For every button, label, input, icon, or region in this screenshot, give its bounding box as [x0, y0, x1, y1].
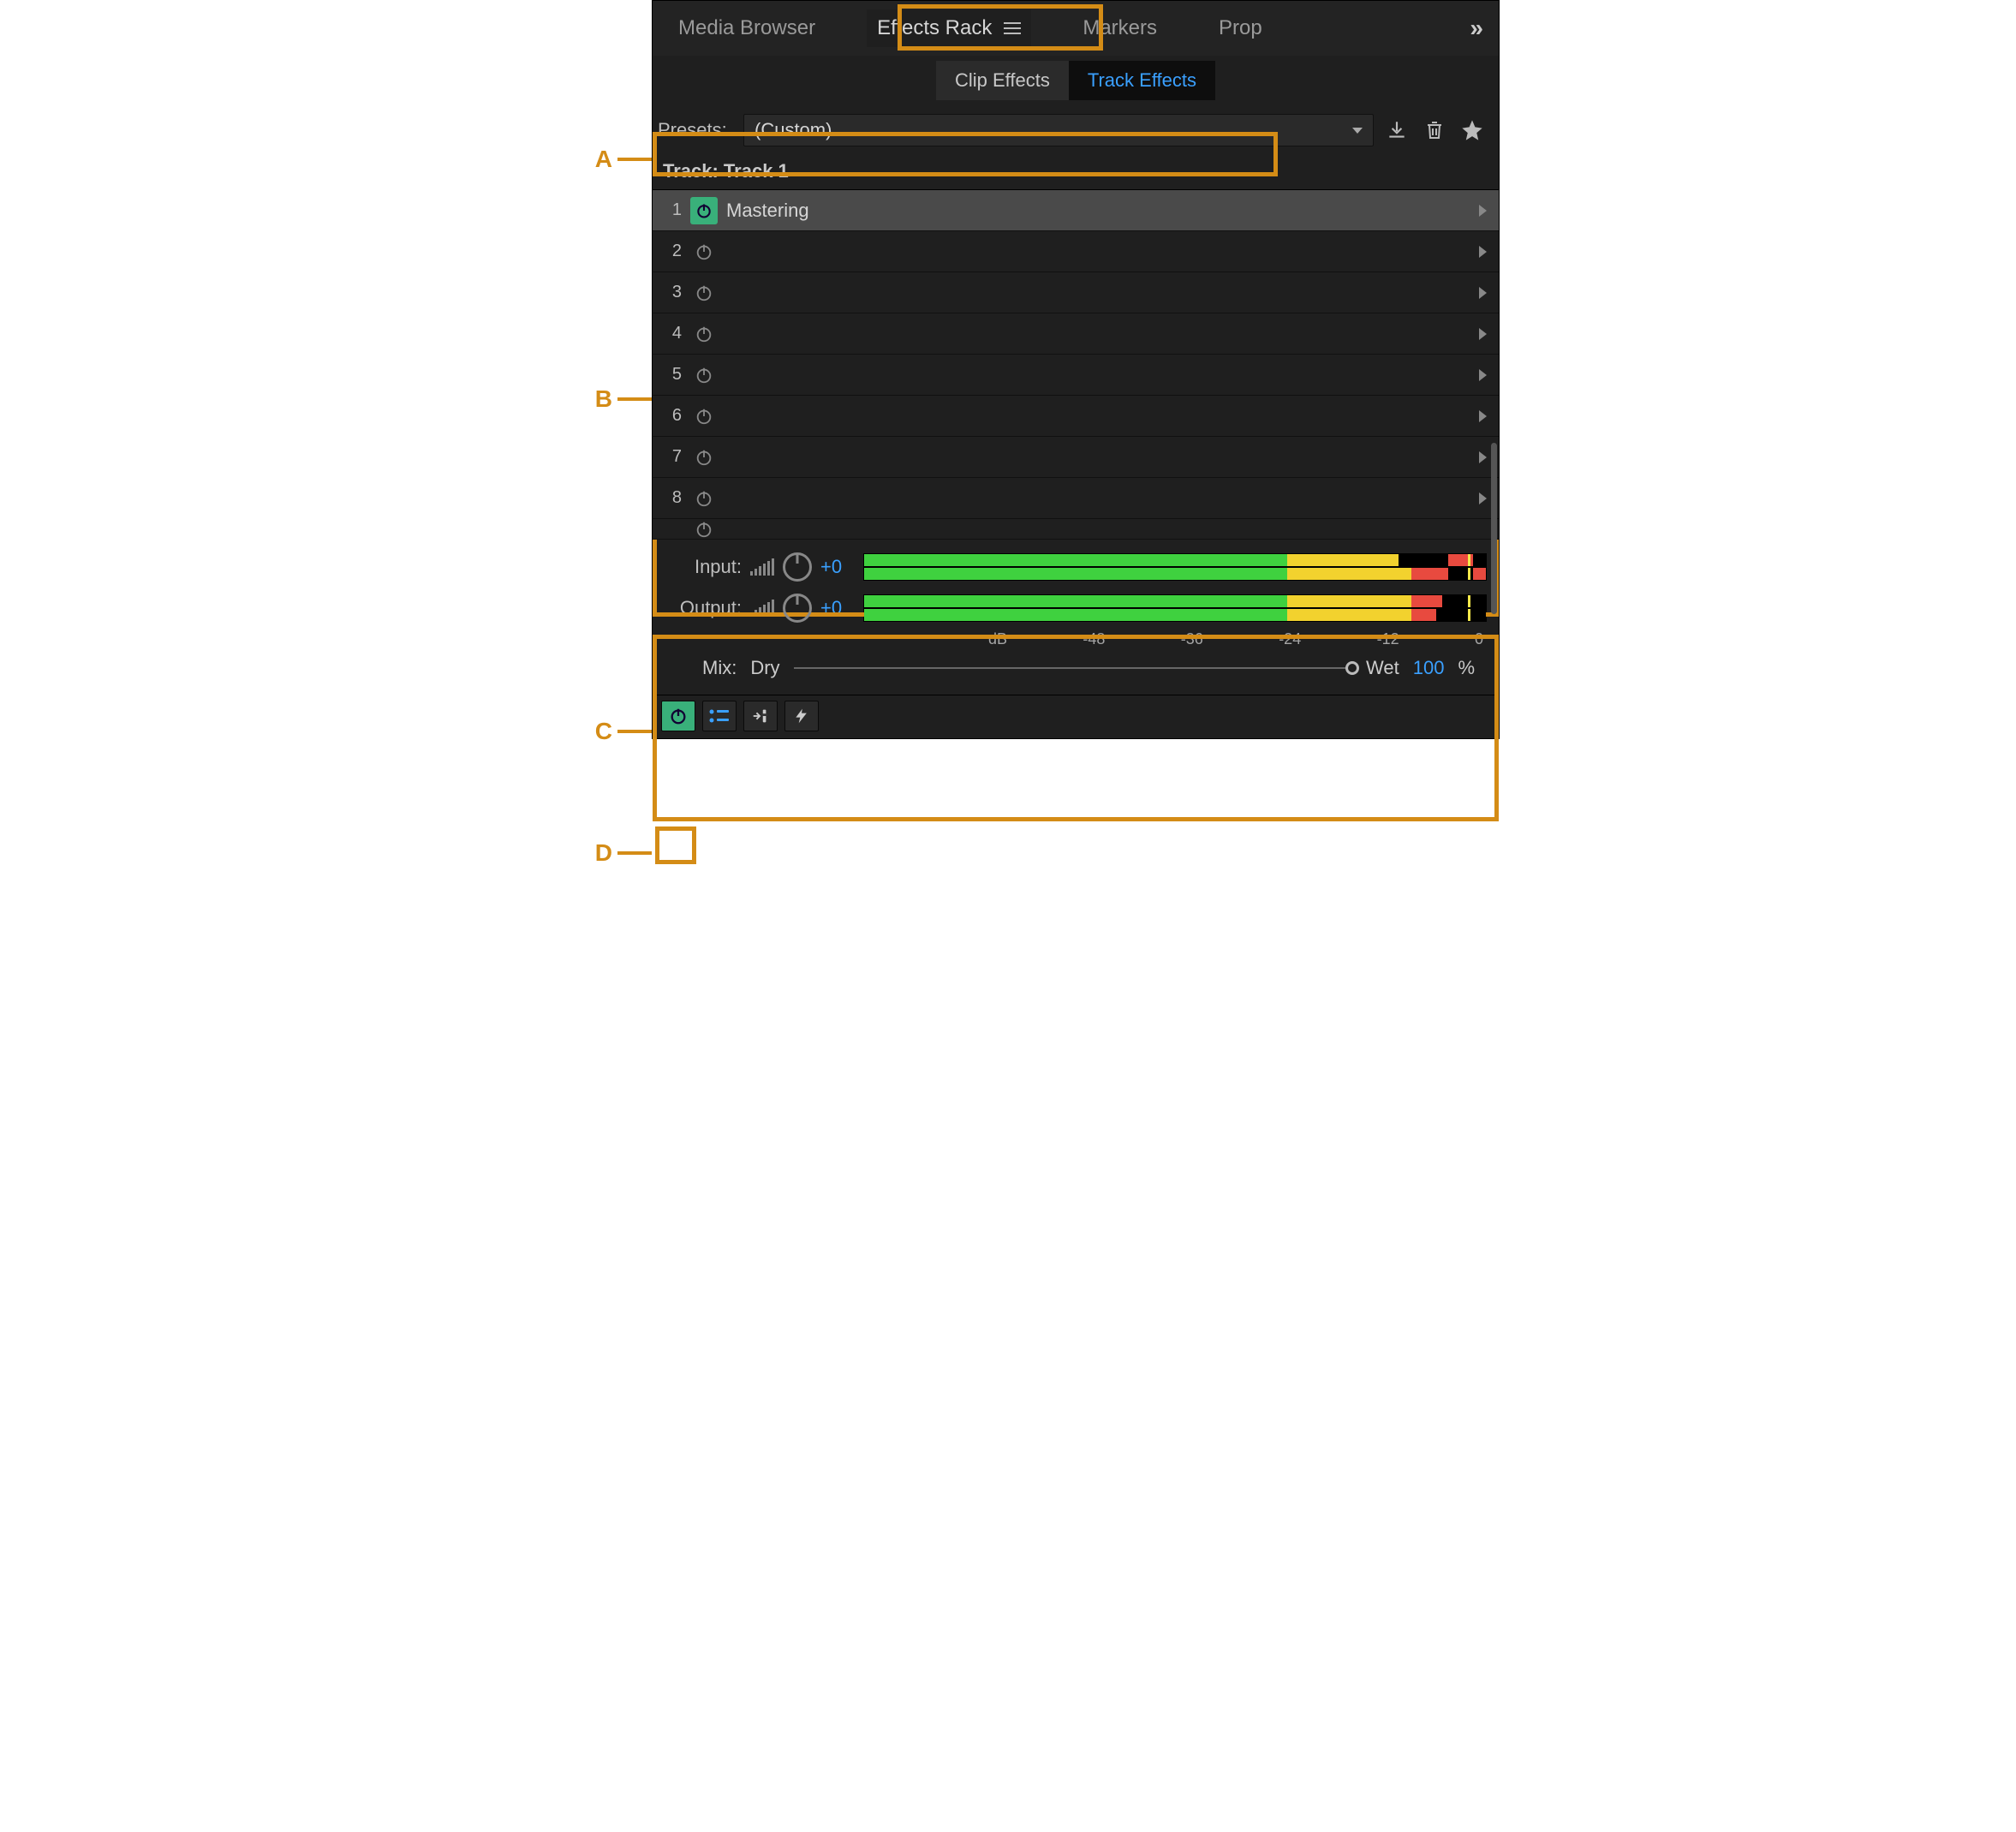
effect-slot-7[interactable]: 7 — [653, 437, 1499, 478]
chevron-right-icon[interactable] — [1479, 492, 1487, 504]
chevron-right-icon[interactable] — [1479, 451, 1487, 463]
tab-effects-rack[interactable]: Effects Rack — [867, 9, 1031, 47]
input-row: Input: +0 — [665, 546, 1487, 588]
output-gain-knob[interactable] — [783, 594, 812, 623]
power-icon — [695, 489, 713, 508]
favorite-button[interactable] — [1458, 116, 1487, 145]
level-bars-icon — [750, 600, 774, 617]
presets-label: Presets: — [658, 119, 735, 141]
slot-power-button[interactable] — [690, 279, 718, 307]
fader-button[interactable] — [743, 701, 778, 731]
power-icon — [695, 407, 713, 426]
input-meter — [863, 553, 1487, 581]
slot-power-button[interactable] — [690, 238, 718, 266]
level-bars-icon — [750, 558, 774, 576]
chevron-right-icon[interactable] — [1479, 328, 1487, 340]
process-button[interactable] — [784, 701, 819, 731]
output-gain-value[interactable]: +0 — [820, 597, 855, 619]
effect-slot-2[interactable]: 2 — [653, 231, 1499, 272]
trash-icon — [1424, 119, 1445, 141]
scrollbar-thumb[interactable] — [1491, 443, 1497, 614]
fader-icon — [750, 707, 771, 725]
mix-label: Mix: — [702, 657, 737, 679]
subtab-track-effects[interactable]: Track Effects — [1069, 61, 1215, 100]
effects-subtabs: Clip Effects Track Effects — [653, 56, 1499, 105]
output-meter — [863, 594, 1487, 622]
effect-slot-1[interactable]: 1 Mastering — [653, 190, 1499, 231]
effect-slot-3[interactable]: 3 — [653, 272, 1499, 313]
effect-slot-8[interactable]: 8 — [653, 478, 1499, 519]
panel-menu-icon[interactable] — [1004, 22, 1021, 34]
effect-slot-5[interactable]: 5 — [653, 355, 1499, 396]
slot-power-button[interactable] — [690, 361, 718, 389]
save-preset-button[interactable] — [1382, 116, 1411, 145]
slot-power-button[interactable] — [690, 444, 718, 471]
input-gain-value[interactable]: +0 — [820, 556, 855, 578]
power-icon — [695, 242, 713, 261]
effect-slot-9-partial[interactable] — [653, 519, 1499, 540]
subtab-clip-effects[interactable]: Clip Effects — [936, 61, 1069, 100]
slot-power-button[interactable] — [690, 403, 718, 430]
annotation-labels: A B C D — [516, 0, 652, 739]
slot-power-button[interactable] — [690, 320, 718, 348]
output-row: Output: +0 — [665, 588, 1487, 629]
presets-dropdown[interactable]: (Custom) — [743, 114, 1374, 146]
power-icon — [695, 202, 713, 219]
slot-power-button[interactable] — [690, 485, 718, 512]
slot-power-button[interactable] — [690, 197, 718, 224]
effect-slot-6[interactable]: 6 — [653, 396, 1499, 437]
slider-handle[interactable] — [1345, 661, 1359, 675]
db-scale: dB -48 -36 -24 -12 0 — [988, 629, 1483, 648]
power-icon — [695, 366, 713, 385]
mix-wet-label: Wet — [1366, 657, 1399, 679]
mix-value[interactable]: 100 — [1413, 657, 1445, 679]
mix-percent-label: % — [1458, 657, 1475, 679]
mix-slider[interactable] — [794, 667, 1352, 669]
list-icon — [709, 708, 730, 724]
slot-power-button[interactable] — [690, 519, 718, 540]
list-view-button[interactable] — [702, 701, 737, 731]
io-section: Input: +0 Output: +0 — [653, 540, 1499, 695]
rack-power-button[interactable] — [661, 701, 695, 731]
power-icon — [669, 707, 688, 725]
tab-properties[interactable]: Prop — [1208, 9, 1273, 47]
tab-media-browser[interactable]: Media Browser — [668, 9, 826, 47]
panel-tabs: Media Browser Effects Rack Markers Prop … — [653, 1, 1499, 56]
tab-markers[interactable]: Markers — [1072, 9, 1167, 47]
footer-toolbar — [653, 695, 1499, 738]
input-gain-knob[interactable] — [783, 552, 812, 582]
effect-slot-4[interactable]: 4 — [653, 313, 1499, 355]
power-icon — [695, 283, 713, 302]
chevron-right-icon[interactable] — [1479, 205, 1487, 217]
track-label: Track: Track 1 — [653, 155, 1499, 189]
chevron-down-icon — [1352, 128, 1363, 134]
highlight-d — [655, 826, 696, 864]
effects-rack-panel: Media Browser Effects Rack Markers Prop … — [652, 0, 1500, 739]
chevron-right-icon[interactable] — [1479, 369, 1487, 381]
chevron-right-icon[interactable] — [1479, 287, 1487, 299]
effect-slots: 1 Mastering 2 3 — [653, 189, 1499, 540]
chevron-right-icon[interactable] — [1479, 410, 1487, 422]
mix-dry-label: Dry — [750, 657, 779, 679]
chevron-right-icon[interactable] — [1479, 246, 1487, 258]
delete-preset-button[interactable] — [1420, 116, 1449, 145]
power-icon — [695, 325, 713, 343]
save-icon — [1386, 119, 1408, 141]
power-icon — [695, 448, 713, 467]
tabs-overflow-icon[interactable]: » — [1470, 15, 1483, 42]
presets-row: Presets: (Custom) — [653, 105, 1499, 155]
presets-value: (Custom) — [755, 119, 832, 141]
lightning-icon — [793, 707, 810, 725]
star-icon — [1460, 118, 1484, 142]
mix-row: Mix: Dry Wet 100 % — [665, 648, 1487, 691]
power-icon — [695, 520, 713, 539]
